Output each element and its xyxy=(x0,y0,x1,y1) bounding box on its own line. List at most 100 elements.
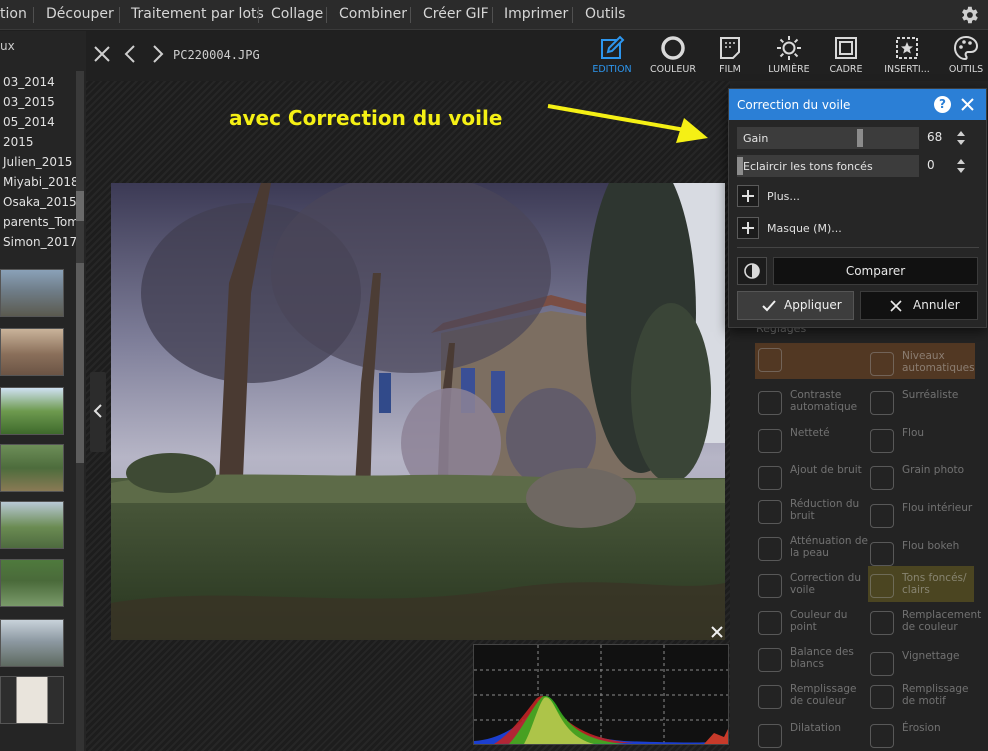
tool-remplacement-de-couleur[interactable]: Remplacement de couleur xyxy=(870,609,981,641)
tab-couleur[interactable]: COULEUR xyxy=(643,33,703,79)
compare-button[interactable]: Comparer xyxy=(773,257,978,285)
scrollbar-thumb[interactable] xyxy=(76,263,84,463)
menu-item-edition[interactable]: tion xyxy=(0,0,27,30)
folder-item[interactable]: Julien_2015 xyxy=(3,155,72,169)
mask-expand-button[interactable] xyxy=(737,217,759,239)
gain-slider[interactable]: Gain xyxy=(737,127,919,149)
folder-item[interactable]: Simon_2017 xyxy=(3,235,77,249)
shadows-stepper-icon[interactable] xyxy=(956,157,966,175)
thumbnail[interactable] xyxy=(0,559,64,607)
tool-remplissage-de-couleur[interactable]: Remplissage de couleur xyxy=(758,683,868,715)
tab-film[interactable]: FILM xyxy=(700,33,760,79)
menu-item-imprimer[interactable]: Imprimer xyxy=(504,0,568,30)
thumbnail[interactable] xyxy=(0,444,64,492)
gear-icon[interactable] xyxy=(958,4,980,26)
tool-ajout-de-bruit[interactable]: Ajout de bruit xyxy=(758,464,868,496)
folder-item[interactable]: 2015 xyxy=(3,135,34,149)
tool-remplissage-de-motif[interactable]: Remplissage de motif xyxy=(870,683,980,715)
menu-item-creer-gif[interactable]: Créer GIF xyxy=(423,0,489,30)
foggy-garden-photo xyxy=(111,183,725,640)
thumbnail[interactable] xyxy=(0,328,64,376)
previous-image-icon[interactable] xyxy=(124,45,136,63)
folder-item[interactable]: 05_2014 xyxy=(3,115,55,129)
tool-grain-photo[interactable]: Grain photo xyxy=(870,464,980,496)
histogram xyxy=(473,644,729,745)
surreal-icon xyxy=(870,391,894,415)
tool-tons-fonces-clairs[interactable]: Tons foncés/ clairs xyxy=(870,572,980,604)
insert-star-icon xyxy=(896,37,918,59)
tool-flou[interactable]: Flou xyxy=(870,427,980,459)
folder-scrollbar[interactable] xyxy=(76,71,84,281)
tool-dilatation[interactable]: Dilatation xyxy=(758,722,868,751)
tab-lumiere[interactable]: LUMIÈRE xyxy=(759,33,819,79)
tool-label: Niveaux automatiques xyxy=(902,350,975,374)
thumbnail[interactable] xyxy=(0,619,64,667)
tool-balance-des-blancs[interactable]: Balance des blancs xyxy=(758,646,868,678)
apply-button[interactable]: Appliquer xyxy=(737,291,854,320)
edit-pencil-icon xyxy=(601,35,625,59)
tool-selected[interactable] xyxy=(758,346,868,378)
more-label[interactable]: Plus... xyxy=(767,190,800,203)
tool-label: Remplissage de motif xyxy=(902,683,969,707)
cancel-button[interactable]: Annuler xyxy=(860,291,978,320)
tab-cadre[interactable]: CADRE xyxy=(816,33,876,79)
next-image-icon[interactable] xyxy=(152,45,164,63)
tool-erosion[interactable]: Érosion xyxy=(870,722,980,751)
close-icon[interactable] xyxy=(960,97,975,112)
split-compare-button[interactable] xyxy=(737,257,767,285)
thumbnail[interactable] xyxy=(0,676,64,724)
tool-reduction-du-bruit[interactable]: Réduction du bruit xyxy=(758,498,868,530)
tool-label: Érosion xyxy=(902,722,941,734)
tool-flou-bokeh[interactable]: Flou bokeh xyxy=(870,540,980,572)
folder-item[interactable]: 03_2015 xyxy=(3,95,55,109)
menu-separator xyxy=(410,7,411,23)
tool-vignettage[interactable]: Vignettage xyxy=(870,650,980,682)
scrollbar-thumb[interactable] xyxy=(76,191,84,221)
slider-handle[interactable] xyxy=(737,157,743,175)
mask-label[interactable]: Masque (M)... xyxy=(767,222,842,235)
folder-item[interactable]: Osaka_2015 xyxy=(3,195,77,209)
tab-label: OUTILS xyxy=(948,64,984,75)
tool-contraste-automatique[interactable]: Contraste automatique xyxy=(758,389,868,421)
tool-couleur-du-point[interactable]: Couleur du point xyxy=(758,609,868,641)
shadows-label: Eclaircir les tons foncés xyxy=(743,160,873,173)
gain-stepper-icon[interactable] xyxy=(956,129,966,147)
thumbnail[interactable] xyxy=(0,387,64,435)
folder-item[interactable]: parents_Tom xyxy=(3,215,79,229)
tool-label: Réduction du bruit xyxy=(790,498,860,522)
tab-insertion[interactable]: INSERTI... xyxy=(877,33,937,79)
close-image-icon[interactable] xyxy=(93,45,111,63)
inner-blur-icon xyxy=(870,504,894,528)
tool-nettete[interactable]: Netteté xyxy=(758,427,868,459)
slider-handle[interactable] xyxy=(857,129,863,147)
tab-label: COULEUR xyxy=(650,64,696,75)
shadows-highlights-icon xyxy=(870,574,894,598)
top-menu-bar: tion Découper Traitement par lots Collag… xyxy=(0,0,988,30)
tab-edition[interactable]: EDITION xyxy=(582,33,642,79)
menu-item-decouper[interactable]: Découper xyxy=(46,0,114,30)
menu-item-outils[interactable]: Outils xyxy=(585,0,625,30)
shadows-slider[interactable]: Eclaircir les tons foncés xyxy=(737,155,919,177)
plus-icon xyxy=(742,190,754,202)
dialog-title: Correction du voile xyxy=(737,98,851,112)
thumbnail[interactable] xyxy=(0,269,64,317)
more-expand-button[interactable] xyxy=(737,185,759,207)
tool-surrealiste[interactable]: Surréaliste xyxy=(870,389,980,421)
menu-item-traitement-par-lots[interactable]: Traitement par lots xyxy=(131,0,264,30)
tool-correction-du-voile[interactable]: Correction du voile xyxy=(758,572,868,604)
tool-attenuation-de-la-peau[interactable]: Atténuation de la peau xyxy=(758,535,868,567)
menu-item-collage[interactable]: Collage xyxy=(271,0,323,30)
tab-outils[interactable]: OUTILS xyxy=(936,33,988,79)
thumbnail-scrollbar[interactable] xyxy=(76,263,84,751)
tool-flou-interieur[interactable]: Flou intérieur xyxy=(870,502,980,534)
folder-item[interactable]: 03_2014 xyxy=(3,75,55,89)
help-icon[interactable]: ? xyxy=(934,96,951,113)
file-name: PC220004.JPG xyxy=(173,48,260,62)
thumbnail[interactable] xyxy=(0,501,64,549)
menu-item-combiner[interactable]: Combiner xyxy=(339,0,407,30)
tool-niveaux-automatiques[interactable]: Niveaux automatiques xyxy=(870,350,980,382)
collapse-sidebar-button[interactable] xyxy=(90,372,106,452)
close-histogram-icon[interactable] xyxy=(708,623,726,641)
tool-label: Grain photo xyxy=(902,464,965,476)
folder-item[interactable]: Miyabi_2018 xyxy=(3,175,79,189)
